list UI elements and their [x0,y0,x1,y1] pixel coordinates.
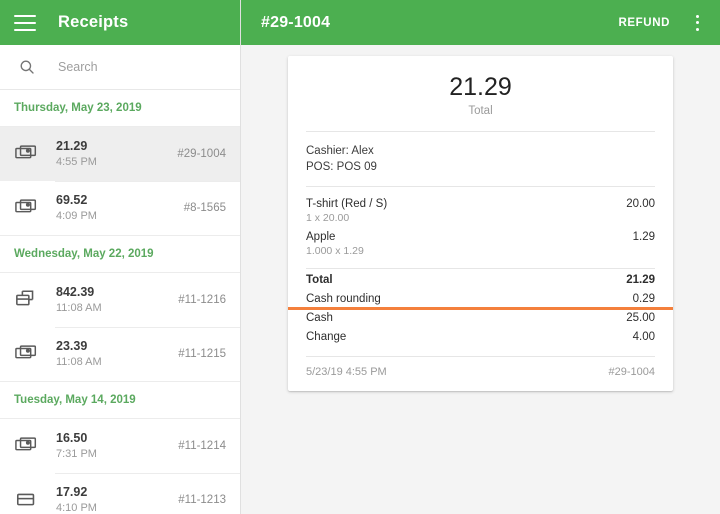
multiple-payments-icon [14,287,40,313]
receipt-footer: 5/23/19 4:55 PM #29-1004 [288,357,673,391]
page-title: Receipts [58,13,128,32]
list-item-number: #29-1004 [177,148,226,160]
list-item-time: 11:08 AM [56,355,178,370]
list-item-amount: 69.52 [56,192,184,208]
receipt-total-caption: Total [288,105,673,117]
list-item-number: #11-1216 [178,294,226,306]
list-item-number: #8-1565 [184,202,226,214]
cash-icon [14,433,40,459]
summary-value: 4.00 [633,328,655,347]
list-item-time: 7:31 PM [56,447,178,462]
receipts-list-panel: Receipts Thursday, May 23, 2019 [0,0,241,514]
list-item-number: #11-1214 [178,440,226,452]
summary-label: Cash [306,309,333,328]
list-item[interactable]: 23.39 11:08 AM #11-1215 [0,327,240,381]
receipt-total-block: 21.29 Total [288,56,673,131]
sidebar-appbar: Receipts [0,0,240,45]
receipt-total-amount: 21.29 [288,72,673,102]
list-item-amount: 16.50 [56,430,178,446]
pos-line: POS: POS 09 [306,159,655,175]
list-item-amount: 23.39 [56,338,178,354]
cash-icon [14,195,40,221]
list-item-number: #11-1215 [178,348,226,360]
list-item-time: 4:09 PM [56,209,184,224]
list-item[interactable]: 69.52 4:09 PM #8-1565 [0,181,240,235]
summary-label: Total [306,271,333,290]
list-item-number: #11-1213 [178,494,226,506]
hamburger-icon[interactable] [14,15,36,31]
summary-value: 25.00 [626,309,655,328]
date-group-header: Wednesday, May 22, 2019 [0,236,240,273]
receipts-app: Receipts Thursday, May 23, 2019 [0,0,720,514]
search-input[interactable] [58,60,218,74]
summary-label: Change [306,328,346,347]
receipt-number-title: #29-1004 [261,14,618,32]
kebab-menu-icon[interactable] [688,14,706,32]
receipt-meta-section: Cashier: Alex POS: POS 09 [288,132,673,186]
list-item[interactable]: 16.50 7:31 PM #11-1214 [0,419,240,473]
summary-row-total: Total 21.29 [288,271,673,290]
receipt-line-item: Apple 1.29 [306,231,655,243]
refund-button[interactable]: REFUND [618,17,670,29]
receipt-line-item: T-shirt (Red / S) 20.00 [306,198,655,210]
line-item-qty: 1 x 20.00 [306,212,655,224]
receipt-footer-number: #29-1004 [609,366,656,378]
cash-icon [14,341,40,367]
line-item-name: T-shirt (Red / S) [306,198,387,210]
line-item-price: 1.29 [633,231,655,243]
search-bar[interactable] [0,45,240,90]
receipts-list[interactable]: Thursday, May 23, 2019 21.29 4:55 PM #29… [0,90,240,514]
list-item-time: 11:08 AM [56,301,178,316]
summary-row-change: Change 4.00 [288,328,673,347]
receipt-detail-panel: #29-1004 REFUND 21.29 Total Cashier: Ale… [241,0,720,514]
summary-row-cash: Cash 25.00 [288,309,673,328]
list-item-time: 4:10 PM [56,501,178,514]
receipt-card: 21.29 Total Cashier: Alex POS: POS 09 T-… [288,56,673,391]
cash-icon [14,141,40,167]
line-item-name: Apple [306,231,335,243]
list-item-time: 4:55 PM [56,155,177,170]
receipt-footer-datetime: 5/23/19 4:55 PM [306,366,387,378]
date-group-header: Thursday, May 23, 2019 [0,90,240,127]
receipt-summary-section: Total 21.29 Cash rounding 0.29 Cash 25.0… [288,269,673,347]
list-item-amount: 21.29 [56,138,177,154]
line-item-qty: 1.000 x 1.29 [306,245,655,257]
receipt-items-section: T-shirt (Red / S) 20.00 1 x 20.00 Apple … [288,187,673,268]
summary-value: 21.29 [626,271,655,290]
line-item-price: 20.00 [626,198,655,210]
detail-body: 21.29 Total Cashier: Alex POS: POS 09 T-… [241,45,720,514]
list-item-amount: 17.92 [56,484,178,500]
cash-rounding-highlight-underline [288,307,673,310]
search-icon [18,58,36,76]
cashier-line: Cashier: Alex [306,143,655,159]
date-group-header: Tuesday, May 14, 2019 [0,382,240,419]
list-item[interactable]: 17.92 4:10 PM #11-1213 [0,473,240,514]
list-item[interactable]: 842.39 11:08 AM #11-1216 [0,273,240,327]
detail-appbar: #29-1004 REFUND [241,0,720,45]
card-icon [14,487,40,513]
list-item-amount: 842.39 [56,284,178,300]
list-item[interactable]: 21.29 4:55 PM #29-1004 [0,127,240,181]
